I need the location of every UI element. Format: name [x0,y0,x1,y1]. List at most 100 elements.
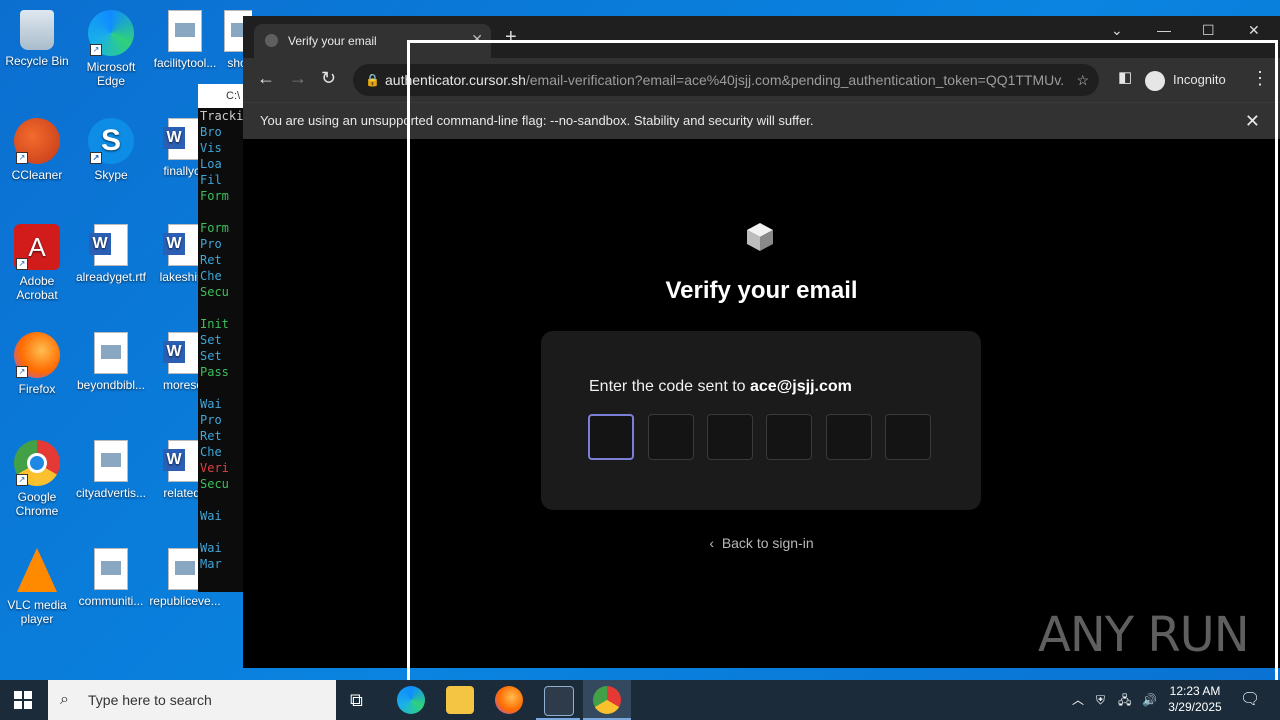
image-file-icon [168,10,202,52]
taskbar-chrome-icon [593,686,621,714]
close-infobar-icon[interactable]: ✕ [1245,103,1260,139]
skype-icon: S ↗ [88,118,134,164]
code-digit-input-5[interactable] [826,414,872,460]
search-icon: ⌕ [60,691,69,708]
url-text: authenticator.cursor.sh/email-verificati… [385,64,1065,96]
icon-label: facilitytool... [153,56,217,70]
bookmark-star-icon[interactable]: ☆ [1076,64,1089,96]
icon-label: communiti... [78,594,144,608]
desktop-icon-recycle-bin[interactable]: Recycle Bin [0,10,74,68]
desktop-icon-firefox[interactable]: ↗ Firefox [0,332,74,396]
console-line: Veri [200,461,229,475]
console-line: Set [200,333,222,347]
verification-card: Enter the code sent to ace@jsjj.com [541,331,981,510]
word-document-icon [89,224,128,266]
tray-chevron-up-icon[interactable]: ︿ [1072,680,1084,720]
icon-label: Firefox [18,382,56,396]
minimize-icon[interactable]: — [1157,22,1171,38]
console-line: Pass [200,365,229,379]
console-line: Wai [200,541,222,555]
code-digit-input-3[interactable] [707,414,753,460]
maximize-icon[interactable]: ☐ [1202,22,1215,39]
word-document-icon [163,440,202,482]
clock-time: 12:23 AM [1169,684,1221,698]
code-digit-input-4[interactable] [766,414,812,460]
word-document-icon [163,224,202,266]
console-line: Wai [200,397,222,411]
page-title: Verify your email [665,277,858,304]
incognito-indicator[interactable]: Incognito [1145,64,1226,96]
desktop-icon-ccleaner[interactable]: ↗ CCleaner [0,118,74,182]
console-line: Ret [200,429,222,443]
taskbar-clock[interactable]: 12:23 AM 3/29/2025 [1150,683,1240,715]
console-line: Vis [200,141,222,155]
browser-toolbar: ← → ↻ 🔒 authenticator.cursor.sh/email-ve… [243,58,1280,102]
taskbar-file-explorer-icon[interactable] [446,686,474,714]
image-file-icon [168,548,202,590]
desktop-icon-alreadyget[interactable]: alreadyget.rtf [74,224,148,284]
console-line: Init [200,317,229,331]
icon-label: Google Chrome [15,490,59,518]
desktop-icon-google-chrome[interactable]: ↗ Google Chrome [0,440,74,518]
close-window-icon[interactable]: ✕ [1248,22,1260,39]
chevron-left-icon: ‹ [709,535,722,551]
reload-icon[interactable]: ↻ [321,68,336,89]
taskbar-edge-icon[interactable] [397,686,425,714]
taskbar-console-icon[interactable] [544,686,574,716]
notification-center-icon[interactable]: 🗨 [1240,680,1260,720]
favicon-icon [265,34,278,47]
forward-arrow-icon[interactable]: → [289,68,307,89]
back-arrow-icon[interactable]: ← [257,68,275,89]
search-placeholder: Type here to search [88,692,212,708]
code-digit-input-6[interactable] [885,414,931,460]
desktop-icon-vlc[interactable]: VLC media player [0,548,74,626]
taskbar-chrome-button[interactable] [583,680,631,720]
desktop-icon-adobe-acrobat[interactable]: A ↗ Adobe Acrobat [0,224,74,302]
console-line: Che [200,445,222,459]
edge-icon: ↗ [88,10,134,56]
cursor-logo-icon [747,223,773,251]
ccleaner-icon: ↗ [14,118,60,164]
infobar-warning: You are using an unsupported command-lin… [243,102,1280,139]
browser-window[interactable]: Verify your email ✕ + ⌄ — ☐ ✕ ← → ↻ 🔒 au… [243,16,1280,668]
tab-search-icon[interactable]: ⌄ [1111,22,1123,39]
code-prompt: Enter the code sent to ace@jsjj.com [589,378,852,396]
word-document-icon [163,118,202,160]
console-line: Pro [200,413,222,427]
menu-kebab-icon[interactable]: ⋮ [1251,68,1269,89]
desktop-icon-communiti[interactable]: communiti... [74,548,148,608]
console-line: Pro [200,237,222,251]
windows-start-icon[interactable] [14,691,32,709]
close-tab-icon[interactable]: ✕ [471,31,483,48]
desktop-icon-edge[interactable]: ↗ Microsoft Edge [74,10,148,88]
desktop-icon-beyondbibl[interactable]: beyondbibl... [74,332,148,392]
desktop-icon-skype[interactable]: S ↗ Skype [74,118,148,182]
tab-strip: Verify your email ✕ + ⌄ — ☐ ✕ [243,16,1280,58]
tab-title: Verify your email [288,34,377,48]
desktop-icon-facilitytool[interactable]: facilitytool... [148,10,222,70]
icon-label: cityadvertis... [75,486,147,500]
new-tab-icon[interactable]: + [505,26,517,49]
tray-network-security-icon[interactable]: ⛨ [1096,680,1105,720]
code-digit-input-1[interactable] [588,414,634,460]
console-line: Set [200,349,222,363]
code-digit-input-2[interactable] [648,414,694,460]
tab-verify-email[interactable]: Verify your email ✕ [254,24,491,58]
tray-network-icon[interactable]: 🖧 [1118,680,1131,720]
image-file-icon [94,440,128,482]
back-to-sign-in-link[interactable]: ‹ Back to sign-in [243,535,1280,551]
console-window[interactable]: C:\ Tracki Bro Vis Loa Fil Form Form Pro… [198,84,248,592]
desktop-icon-cityadvertis[interactable]: cityadvertis... [74,440,148,500]
infobar-text: You are using an unsupported command-lin… [260,113,814,128]
task-view-icon[interactable]: ⧉ [350,680,363,720]
taskbar-search-box[interactable]: ⌕ Type here to search [48,680,336,720]
icon-label: VLC media player [7,598,67,626]
address-bar[interactable]: 🔒 authenticator.cursor.sh/email-verifica… [353,64,1099,96]
taskbar-firefox-icon[interactable] [495,686,523,714]
console-line: Form [200,221,229,235]
side-panel-icon[interactable]: ◧ [1118,68,1132,86]
console-line: Ret [200,253,222,267]
